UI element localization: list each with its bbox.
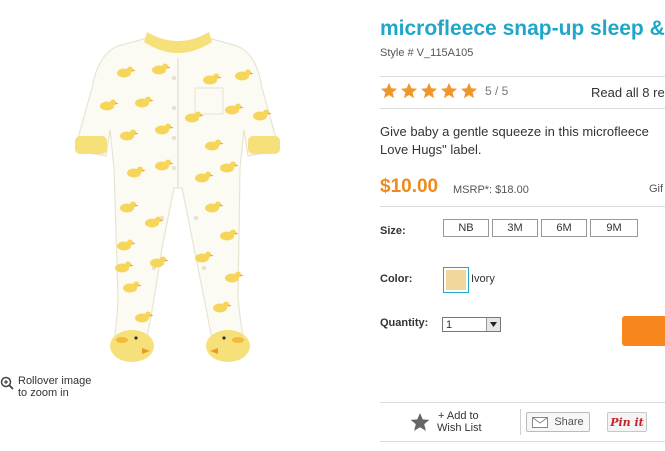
read-reviews-link[interactable]: Read all 8 re (591, 85, 665, 100)
sale-price: $10.00 (380, 176, 439, 197)
quantity-label: Quantity: (380, 317, 429, 329)
divider (380, 76, 665, 77)
wishlist-line: + Add to (438, 410, 479, 422)
star-icon (400, 82, 418, 99)
size-option-nb[interactable]: NB (443, 219, 489, 237)
product-image[interactable] (62, 18, 294, 370)
msrp-price: MSRP*: $18.00 (453, 184, 529, 196)
description-line: Give baby a gentle squeeze in this micro… (380, 124, 649, 139)
divider (380, 108, 665, 109)
share-button[interactable]: Share (526, 412, 590, 432)
wishlist-text: + Add to Wish List (437, 410, 482, 434)
zoom-icon (0, 376, 14, 390)
divider (380, 402, 665, 403)
product-title: microfleece snap-up sleep & (380, 17, 665, 40)
envelope-icon (532, 416, 549, 428)
star-icon (460, 82, 478, 99)
zoom-hint: Rollover image to zoom in (0, 375, 110, 399)
color-swatch-ivory[interactable] (443, 267, 469, 293)
color-name: Ivory (471, 273, 495, 285)
product-description: Give baby a gentle squeeze in this micro… (380, 123, 665, 159)
size-option-6m[interactable]: 6M (541, 219, 587, 237)
pinit-label: Pin it (610, 415, 644, 429)
color-label: Color: (380, 273, 413, 285)
pinit-button[interactable]: Pin it (607, 412, 647, 432)
wishlist-star-icon (410, 412, 430, 431)
dropdown-arrow-icon (486, 318, 500, 331)
sleeper-illustration (75, 32, 280, 362)
style-number: Style # V_115A105 (380, 47, 474, 59)
size-options: NB 3M 6M 9M (443, 219, 638, 237)
gift-link[interactable]: Gif (649, 183, 663, 195)
wishlist-line: Wish List (437, 422, 482, 434)
action-divider (520, 409, 521, 435)
quantity-select[interactable]: 1 (442, 317, 501, 332)
star-icon (380, 82, 398, 99)
share-label: Share (554, 416, 584, 428)
zoom-hint-line: Rollover image (18, 375, 92, 387)
star-icon (420, 82, 438, 99)
rating[interactable]: 5 / 5 (380, 82, 508, 100)
add-to-wishlist[interactable]: + Add to Wish List (409, 410, 482, 434)
zoom-hint-text: Rollover image to zoom in (18, 375, 91, 399)
size-label: Size: (380, 225, 406, 237)
description-line: Love Hugs" label. (380, 142, 482, 157)
add-to-bag-button[interactable] (622, 316, 665, 346)
size-option-9m[interactable]: 9M (590, 219, 638, 237)
size-option-3m[interactable]: 3M (492, 219, 538, 237)
zoom-hint-line: to zoom in (18, 387, 69, 399)
rating-score: 5 / 5 (485, 84, 509, 98)
divider (380, 441, 665, 442)
swatch-fill (446, 270, 466, 290)
quantity-value: 1 (446, 318, 453, 331)
divider (380, 206, 665, 207)
star-icon (440, 82, 458, 99)
